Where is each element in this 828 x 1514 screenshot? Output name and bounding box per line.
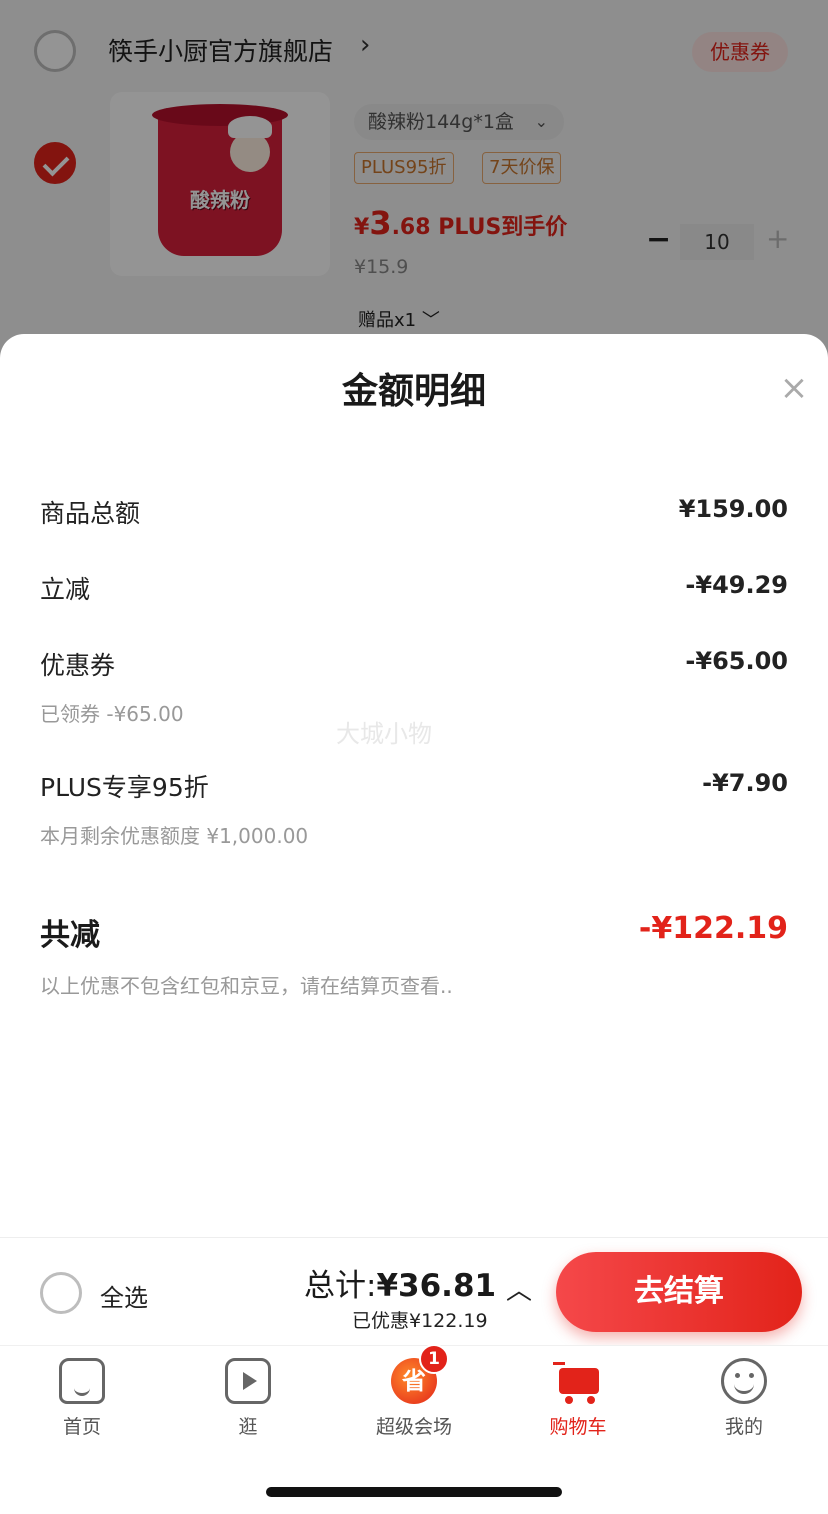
tab-label: 超级会场 bbox=[375, 1416, 452, 1438]
subtotal-label: 商品总额 bbox=[40, 499, 141, 528]
tab-cart[interactable]: 购物车 bbox=[518, 1358, 638, 1439]
total-summary[interactable]: 总计:¥36.81 bbox=[304, 1260, 496, 1305]
coupon-label: 优惠券 bbox=[40, 651, 116, 680]
total-discount-value: -¥122.19 bbox=[638, 911, 788, 946]
tab-home[interactable]: 首页 bbox=[22, 1358, 142, 1439]
tab-browse[interactable]: 逛 bbox=[188, 1358, 308, 1439]
coupon-value: -¥65.00 bbox=[685, 647, 788, 675]
notification-badge: 1 bbox=[419, 1344, 449, 1374]
play-icon bbox=[225, 1358, 271, 1404]
discount-note: 以上优惠不包含红包和京豆，请在结算页查看.. bbox=[40, 974, 453, 998]
select-all-label[interactable]: 全选 bbox=[100, 1278, 148, 1313]
instant-discount-label: 立减 bbox=[40, 575, 91, 604]
profile-icon bbox=[721, 1358, 767, 1404]
subtotal-value: ¥159.00 bbox=[678, 495, 788, 523]
tab-label: 逛 bbox=[238, 1416, 258, 1438]
chevron-up-icon[interactable]: ︿ bbox=[506, 1270, 532, 1307]
tab-profile[interactable]: 我的 bbox=[684, 1358, 804, 1439]
coupon-sub: 已领券 -¥65.00 bbox=[40, 702, 184, 726]
home-indicator[interactable] bbox=[266, 1487, 562, 1497]
checkout-button[interactable]: 去结算 bbox=[556, 1252, 802, 1332]
tab-label: 首页 bbox=[62, 1416, 101, 1438]
tab-label: 我的 bbox=[724, 1416, 763, 1438]
cart-icon bbox=[553, 1358, 603, 1404]
watermark: 大城小物 bbox=[336, 720, 432, 748]
tab-label: 购物车 bbox=[549, 1416, 607, 1438]
plus-quota-sub: 本月剩余优惠额度 ¥1,000.00 bbox=[40, 824, 309, 848]
amount-detail-sheet: 金额明细 × 商品总额 ¥159.00 立减 -¥49.29 优惠券 -¥65.… bbox=[0, 334, 828, 1237]
saved-amount[interactable]: 已优惠¥122.19 bbox=[352, 1306, 488, 1333]
plus-discount-label: PLUS专享95折 bbox=[40, 773, 209, 802]
super-sale-icon: 省 1 bbox=[391, 1344, 449, 1404]
total-discount-label: 共减 bbox=[40, 918, 100, 953]
plus-discount-value: -¥7.90 bbox=[702, 769, 788, 797]
checkout-bar: 全选 总计:¥36.81 已优惠¥122.19 ︿ 去结算 bbox=[0, 1237, 828, 1345]
home-icon bbox=[59, 1358, 105, 1404]
select-all-checkbox[interactable] bbox=[40, 1272, 82, 1314]
instant-discount-value: -¥49.29 bbox=[685, 571, 788, 599]
close-icon[interactable]: × bbox=[774, 368, 814, 408]
tab-super-sale[interactable]: 省 1 超级会场 bbox=[354, 1344, 474, 1439]
modal-overlay[interactable] bbox=[0, 0, 828, 360]
sheet-title: 金额明细 bbox=[341, 371, 486, 412]
